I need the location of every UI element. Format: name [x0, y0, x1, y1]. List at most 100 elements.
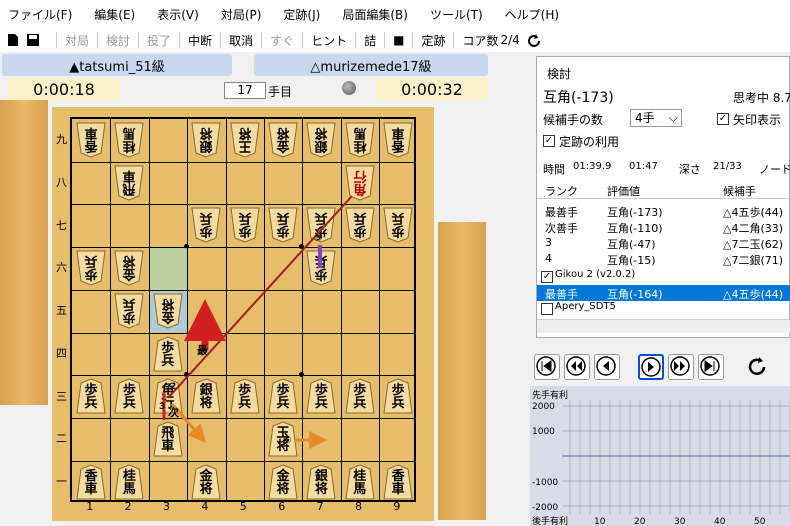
shogi-piece[interactable]: 金将: [153, 293, 183, 329]
piece-char-bottom: 将: [199, 481, 213, 497]
file-label: 9: [393, 500, 401, 513]
candidate-row[interactable]: 3 互角(-47) △7二玉(62): [537, 235, 790, 251]
menu-item-3[interactable]: 対局(P): [221, 6, 262, 23]
kento-button[interactable]: 検討: [98, 32, 138, 49]
shogi-piece[interactable]: 銀将: [191, 378, 221, 414]
file-label: 8: [355, 500, 362, 513]
shogi-piece[interactable]: 桂馬: [114, 122, 144, 158]
shogi-piece[interactable]: 歩兵: [268, 207, 298, 243]
candidate-row[interactable]: 4 互角(-15) △7二銀(71): [537, 251, 790, 267]
shogi-piece[interactable]: 歩兵: [345, 378, 375, 414]
chudan-button[interactable]: 中断: [180, 32, 220, 49]
joseki-checkbox[interactable]: ✓: [543, 135, 555, 147]
shogi-piece[interactable]: 金将: [114, 250, 144, 286]
stop-button[interactable]: ■: [385, 33, 412, 47]
shogi-piece[interactable]: 金将: [268, 122, 298, 158]
flip-board-button[interactable]: [744, 354, 770, 380]
refresh-icon[interactable]: [526, 33, 540, 47]
menu-item-7[interactable]: ヘルプ(H): [505, 6, 559, 23]
piece-char-bottom: 兵: [353, 210, 367, 226]
toryo-button[interactable]: 投了: [139, 32, 179, 49]
shogi-piece[interactable]: 歩兵: [230, 207, 260, 243]
shogi-piece[interactable]: 桂馬: [345, 122, 375, 158]
shogi-piece[interactable]: 金将: [191, 464, 221, 500]
marker-5: ⑤: [314, 233, 323, 244]
grid-line: [72, 460, 414, 462]
shogi-piece[interactable]: 銀将: [191, 122, 221, 158]
shogi-piece[interactable]: 歩兵: [191, 207, 221, 243]
candidate-row[interactable]: 次善手 互角(-110) △4二角(33): [537, 219, 790, 235]
shogi-piece[interactable]: 桂馬: [345, 464, 375, 500]
taikyoku-button[interactable]: 対局: [57, 32, 97, 49]
shogi-board[interactable]: 香車桂馬銀将王将金将銀将桂馬香車飛車角行歩兵歩兵歩兵歩兵歩兵歩兵歩兵金将歩兵歩兵…: [52, 107, 434, 521]
piece-char-bottom: 兵: [391, 210, 405, 226]
engine1-best-row[interactable]: 最善手 互角(-164) △4五歩(44): [537, 285, 790, 301]
shogi-piece[interactable]: 歩兵: [268, 378, 298, 414]
back10-button[interactable]: [564, 354, 590, 380]
hint-button[interactable]: ヒント: [303, 32, 355, 49]
shogi-piece[interactable]: 歩兵: [76, 378, 106, 414]
arrow-checkbox[interactable]: ✓: [717, 113, 729, 125]
engine1-checkbox[interactable]: ✓: [541, 271, 553, 283]
piece-char-bottom: 将: [276, 125, 290, 140]
rank-label: 一: [56, 474, 67, 488]
shogi-piece[interactable]: 歩兵: [76, 250, 106, 286]
shogi-piece[interactable]: 歩兵: [306, 250, 336, 286]
star-point: [299, 244, 305, 250]
grid-line: [302, 119, 304, 500]
shogi-piece[interactable]: 銀将: [306, 122, 336, 158]
forward-button[interactable]: [638, 354, 664, 380]
torikeshi-button[interactable]: 取消: [221, 32, 261, 49]
candidate-move: △7二玉(62): [723, 238, 784, 251]
shogi-piece[interactable]: 歩兵: [114, 293, 144, 329]
piece-char-top: 歩: [276, 223, 290, 239]
toolbar: 対局 検討 投了 中断 取消 すぐ ヒント 詰 ■ 定跡 コア数 2/4: [0, 28, 790, 52]
engine-row-rank: 最善手: [545, 288, 578, 301]
save-icon[interactable]: [26, 33, 40, 47]
shogi-piece[interactable]: 歩兵: [230, 378, 260, 414]
shogi-piece[interactable]: 角行: [345, 165, 375, 201]
candidates-select[interactable]: 4手 ⌵: [630, 109, 682, 127]
forward10-button[interactable]: [668, 354, 694, 380]
move-number-field[interactable]: 17: [224, 82, 266, 99]
core-value: 2/4: [500, 33, 520, 47]
menu-item-4[interactable]: 定跡(J): [283, 6, 320, 23]
shogi-piece[interactable]: 香車: [76, 122, 106, 158]
menu-item-0[interactable]: ファイル(F): [8, 6, 72, 23]
shogi-piece[interactable]: 歩兵: [153, 335, 183, 372]
shogi-piece[interactable]: 香車: [383, 122, 413, 158]
shogi-piece[interactable]: 桂馬: [114, 464, 144, 500]
menu-item-2[interactable]: 表示(V): [157, 6, 199, 23]
shogi-piece[interactable]: 金将: [268, 464, 298, 500]
menu-item-6[interactable]: ツール(T): [430, 6, 483, 23]
last-icon: [700, 356, 720, 376]
back-button[interactable]: [594, 354, 620, 380]
candidate-row[interactable]: 最善手 互角(-173) △4五歩(44): [537, 203, 790, 219]
piece-char-bottom: 兵: [314, 210, 328, 226]
menu-item-5[interactable]: 局面編集(B): [342, 6, 408, 23]
shogi-piece[interactable]: 歩兵: [345, 207, 375, 243]
depth-label: 深さ: [679, 163, 701, 176]
shogi-piece[interactable]: 香車: [76, 464, 106, 500]
file-label: 5: [239, 500, 247, 513]
shogi-piece[interactable]: 歩兵: [114, 378, 144, 414]
shogi-piece[interactable]: 歩兵: [383, 378, 413, 414]
shogi-piece[interactable]: 歩兵: [383, 207, 413, 243]
shogi-piece[interactable]: 王将: [230, 122, 260, 158]
tsume-button[interactable]: 詰: [356, 32, 384, 49]
joseki-button[interactable]: 定跡: [413, 32, 453, 49]
piece-char-bottom: 車: [84, 125, 98, 140]
new-file-icon[interactable]: [6, 33, 20, 47]
last-move-button[interactable]: [698, 354, 724, 380]
shogi-piece[interactable]: 飛車: [153, 421, 183, 457]
panel-horizontal-scrollbar[interactable]: [537, 319, 790, 333]
menu-item-1[interactable]: 編集(E): [94, 6, 135, 23]
piece-char-bottom: 兵: [276, 396, 290, 412]
shogi-piece[interactable]: 飛車: [114, 165, 144, 201]
sugu-button[interactable]: すぐ: [262, 32, 302, 49]
first-move-button[interactable]: [534, 354, 560, 380]
engine2-checkbox[interactable]: [541, 303, 553, 315]
shogi-piece[interactable]: 銀将: [306, 464, 336, 500]
shogi-piece[interactable]: 香車: [383, 464, 413, 500]
shogi-piece[interactable]: 歩兵: [306, 378, 336, 414]
